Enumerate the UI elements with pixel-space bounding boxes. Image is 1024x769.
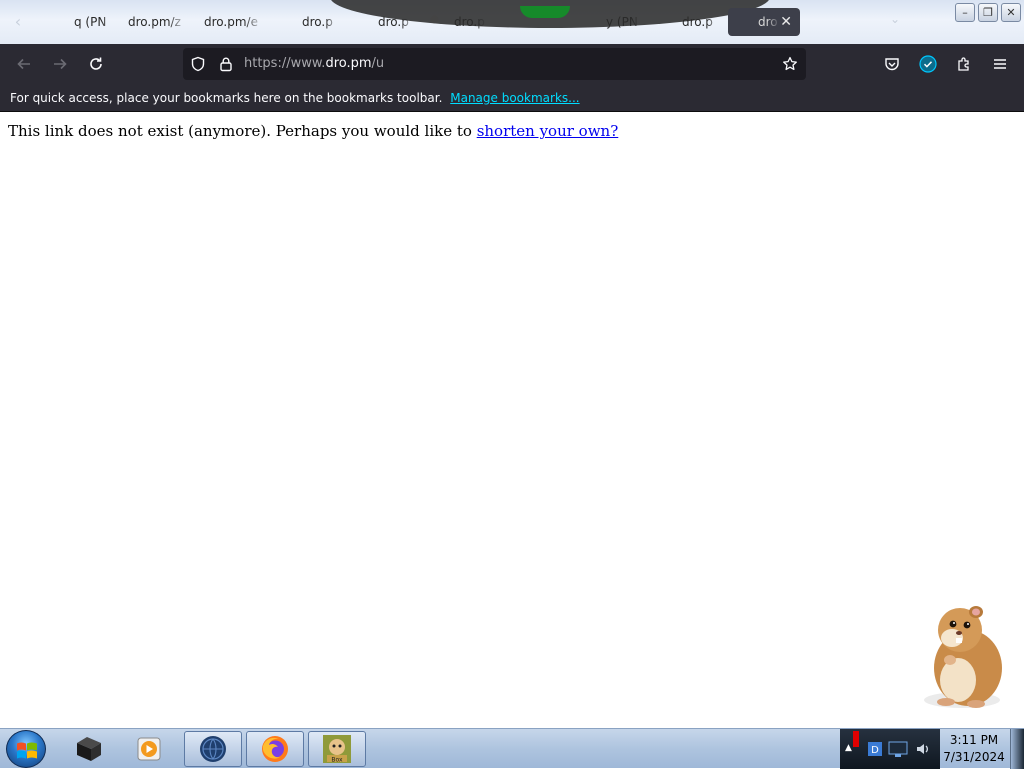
app-menu-button[interactable] xyxy=(988,52,1012,76)
shorten-your-own-link[interactable]: shorten your own? xyxy=(477,122,619,140)
taskbar-file-manager[interactable] xyxy=(60,731,118,767)
sound-volume-icon[interactable] xyxy=(915,741,931,761)
tab-0[interactable]: q (PN xyxy=(68,8,116,36)
tab-label: dro xyxy=(758,15,778,29)
tab-1[interactable]: dro.pm/z xyxy=(122,8,188,36)
pocket-icon xyxy=(885,58,899,71)
tab-label: dro.pm/e xyxy=(204,15,258,29)
url-scheme: https://www. xyxy=(244,56,326,71)
tab-8-active[interactable]: dro ✕ xyxy=(728,8,800,36)
minimize-button[interactable]: – xyxy=(955,3,975,22)
tab-attention-dot-icon: ● xyxy=(430,14,439,25)
tab-label: y (PN xyxy=(606,15,638,29)
tray-app-icon[interactable]: D xyxy=(866,740,884,762)
firefox-icon xyxy=(262,736,288,762)
taskbar: Box ▲ D 3:11 PM 7/31/2024 xyxy=(0,728,1024,769)
media-player-icon xyxy=(137,737,161,761)
tab-label: q (PN xyxy=(74,15,107,29)
pocket-button[interactable] xyxy=(880,52,904,76)
svg-text:D: D xyxy=(871,745,879,756)
close-tab-icon[interactable]: ✕ xyxy=(780,8,792,36)
start-button[interactable] xyxy=(6,730,46,768)
svg-text:Box: Box xyxy=(331,757,343,764)
windows-logo-icon xyxy=(17,742,37,759)
secure-lock-icon[interactable] xyxy=(218,56,234,72)
tab-strip: ‹ q (PN dro.pm/z dro.pm/e dro.p dro.p ● … xyxy=(0,0,1024,44)
tab-2[interactable]: dro.pm/e xyxy=(198,8,264,36)
system-clock[interactable]: 3:11 PM 7/31/2024 xyxy=(940,732,1008,766)
list-all-tabs-icon[interactable]: ⌄ xyxy=(890,12,900,26)
error-message: This link does not exist (anymore). Perh… xyxy=(8,122,618,140)
tab-label: dro.p xyxy=(454,15,485,29)
close-window-button[interactable]: ✕ xyxy=(1001,3,1021,22)
forward-button[interactable] xyxy=(48,52,72,76)
file-manager-icon xyxy=(77,737,101,761)
clock-time: 3:11 PM xyxy=(949,733,999,747)
sandboxie-icon: Box xyxy=(323,735,351,764)
extension-check-button[interactable] xyxy=(916,52,940,76)
scroll-tabs-left-icon[interactable]: ‹ xyxy=(8,12,28,32)
puzzle-piece-icon xyxy=(958,57,969,71)
error-message-text: This link does not exist (anymore). Perh… xyxy=(8,122,477,140)
back-button[interactable] xyxy=(12,52,36,76)
taskbar-media-player[interactable] xyxy=(120,731,178,767)
bookmarks-toolbar: For quick access, place your bookmarks h… xyxy=(0,84,1024,112)
taskbar-firefox[interactable] xyxy=(246,731,304,767)
tab-label: dro.p xyxy=(302,15,333,29)
browser-globe-icon xyxy=(200,736,226,762)
show-desktop-button[interactable] xyxy=(1010,729,1024,769)
red-indicator-icon xyxy=(853,731,859,747)
checkmark-circle-icon xyxy=(919,55,937,73)
address-bar[interactable]: https://www.dro.pm/u xyxy=(183,48,806,80)
page-content: This link does not exist (anymore). Perh… xyxy=(0,113,1024,728)
tab-4[interactable]: dro.p xyxy=(372,8,414,36)
url-host: dro.pm xyxy=(325,56,372,71)
tab-5[interactable]: dro.p xyxy=(448,8,488,36)
tab-label: dro.p xyxy=(682,15,713,29)
taskbar-sandboxie[interactable]: Box xyxy=(308,731,366,767)
navigation-toolbar: https://www.dro.pm/u xyxy=(0,44,1024,84)
tab-3[interactable]: dro.p xyxy=(296,8,338,36)
tracking-protection-shield-icon[interactable] xyxy=(190,56,206,72)
url-path: /u xyxy=(371,56,385,71)
reload-button[interactable] xyxy=(84,52,108,76)
taskbar-browser[interactable] xyxy=(184,731,242,767)
tab-label: dro.pm/z xyxy=(128,15,181,29)
bookmark-star-icon[interactable] xyxy=(782,56,798,72)
back-arrow-icon xyxy=(17,58,30,70)
clock-date: 7/31/2024 xyxy=(943,750,1005,764)
reload-icon xyxy=(90,57,102,70)
url-text[interactable]: https://www.dro.pm/u xyxy=(244,48,384,80)
hamburger-menu-icon xyxy=(994,59,1006,69)
tab-label: dro.p xyxy=(378,15,409,29)
tab-7[interactable]: dro.p xyxy=(676,8,720,36)
tab-6[interactable]: y (PN xyxy=(600,8,644,36)
hamster-desktop-pet-icon[interactable] xyxy=(918,600,1010,712)
bookmarks-toolbar-message: For quick access, place your bookmarks h… xyxy=(10,91,443,105)
restore-button[interactable]: ❐ xyxy=(978,3,998,22)
forward-arrow-icon xyxy=(54,58,67,70)
wallpaper-green-accent xyxy=(520,6,570,18)
extensions-button[interactable] xyxy=(952,52,976,76)
network-monitor-icon[interactable] xyxy=(886,739,910,763)
manage-bookmarks-link[interactable]: Manage bookmarks... xyxy=(450,91,579,105)
